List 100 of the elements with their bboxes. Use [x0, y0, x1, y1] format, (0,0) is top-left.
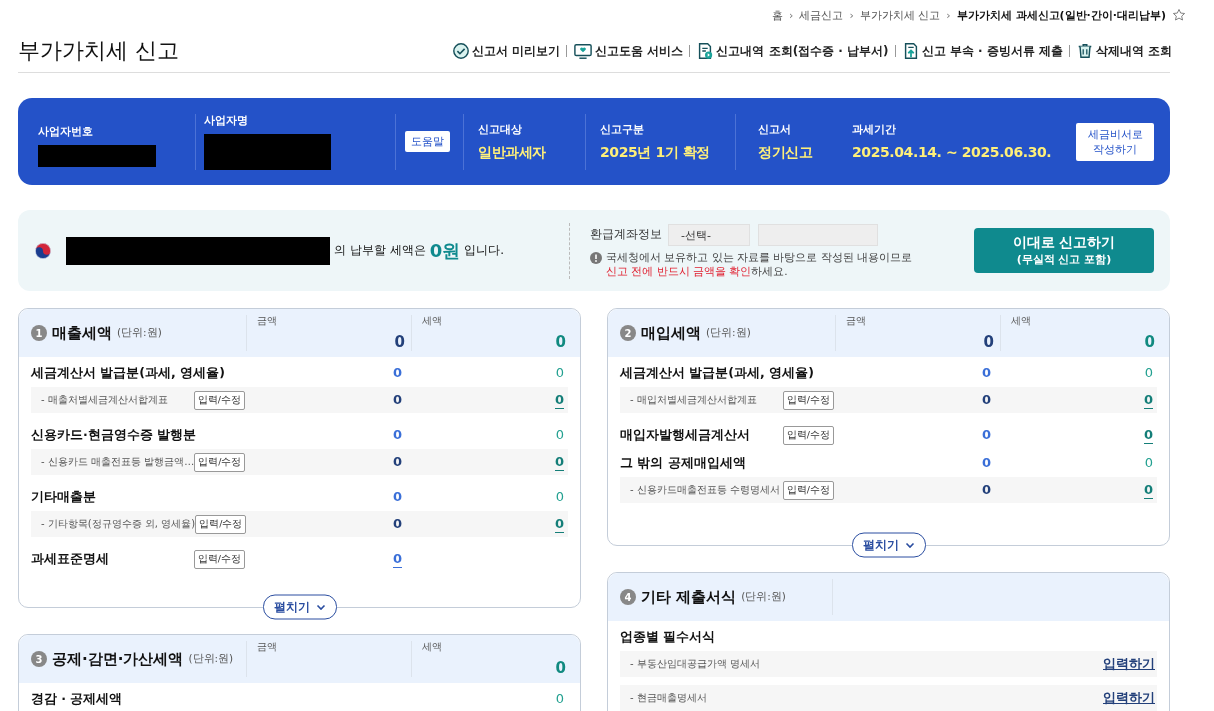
row-label: 신용카드·현금영수증 발행분	[31, 426, 197, 444]
field-label: 신고구분	[600, 122, 645, 137]
row-label: 경감 · 공제세액	[31, 690, 123, 708]
amount-value: 0	[981, 364, 991, 382]
row-label: - 현금매출명세서	[629, 691, 707, 705]
warning-icon	[590, 251, 602, 264]
breadcrumb-link[interactable]: 부가가치세 과세신고(일반·간이·대리납부)	[956, 7, 1166, 23]
amount-value: 0	[981, 391, 991, 409]
expand-button[interactable]: 펼치기	[262, 594, 337, 620]
amount-value: 0	[392, 426, 402, 444]
bank-select[interactable]: -선택-	[668, 223, 750, 246]
field-value: 일반과세자	[478, 142, 547, 161]
field-label: 사업자명	[204, 113, 249, 128]
edit-button[interactable]: 입력/수정	[194, 452, 246, 472]
document-icon	[696, 42, 715, 60]
edit-button[interactable]: 입력/수정	[782, 425, 834, 445]
tax-value: 0	[555, 364, 564, 382]
amount-value: 0	[392, 453, 402, 471]
account-field[interactable]	[758, 223, 878, 246]
column-header: 세액	[422, 641, 443, 654]
row-label: 세금계산서 발급분(과세, 영세율)	[31, 364, 225, 382]
tax-value: 0	[1144, 454, 1153, 472]
tax-value[interactable]: 0	[1143, 481, 1153, 499]
amount-value: 0	[392, 515, 402, 533]
assistant-button[interactable]: 세금비서로 작성하기	[1076, 122, 1154, 161]
toolbar-link[interactable]: 신고 부속 · 증빙서류 제출	[901, 42, 1063, 60]
expand-button[interactable]: 펼치기	[851, 532, 926, 558]
amount-value: 0	[981, 454, 991, 472]
column-header: 금액	[257, 641, 278, 654]
submit-button[interactable]: 이대로 신고하기 (무실적 신고 포함)	[974, 228, 1154, 273]
row-label: 과세표준명세	[31, 550, 109, 568]
section-title: 매입세액	[641, 323, 701, 343]
section-number: 3	[31, 651, 47, 667]
monitor-icon	[573, 42, 594, 60]
tax-value[interactable]: 0	[1143, 426, 1153, 444]
tax-value[interactable]: 0	[554, 391, 564, 409]
amount-value: 0	[981, 481, 991, 499]
section-number: 4	[620, 589, 636, 605]
tax-total: 0	[555, 333, 566, 351]
unit-label: (단위:원)	[188, 652, 234, 666]
amount-total: 0	[394, 333, 405, 351]
amount-total: 0	[983, 333, 994, 351]
help-button[interactable]: 도움말	[405, 131, 450, 152]
edit-button[interactable]: 입력/수정	[782, 480, 834, 500]
tax-value[interactable]: 0	[554, 515, 564, 533]
toolbar-link[interactable]: 삭제내역 조회	[1075, 42, 1172, 60]
chevron-down-icon	[904, 541, 915, 549]
row-label: 매입자발행세금계산서	[620, 426, 750, 444]
field-label: 사업자번호	[38, 124, 94, 139]
field-value: 정기신고	[758, 142, 814, 161]
section-title: 기타 제출서식	[641, 587, 737, 607]
column-header: 금액	[846, 315, 867, 328]
amount-value: 0	[981, 426, 991, 444]
section-title: 공제·감면·가산세액	[52, 649, 184, 669]
tax-value: 0	[555, 426, 564, 444]
tax-value[interactable]: 0	[554, 453, 564, 471]
field-label: 과세기간	[852, 122, 897, 137]
column-header: 세액	[1011, 315, 1032, 328]
section-number: 1	[31, 325, 47, 341]
tax-value[interactable]: 0	[1143, 391, 1153, 409]
row-label: - 매출처별세금계산서합계표	[40, 393, 168, 407]
amount-value: 0	[392, 391, 402, 409]
unit-label: (단위:원)	[117, 326, 162, 340]
field-value: 2025년 1기 확정	[600, 142, 712, 161]
row-label: - 부동산임대공급가액 명세서	[629, 657, 760, 671]
input-link[interactable]: 입력하기	[1103, 655, 1157, 673]
row-label: - 매입처별세금계산서합계표	[629, 393, 757, 407]
toolbar-link[interactable]: 신고도움 서비스	[573, 42, 684, 60]
row-label: 그 밖의 공제매입세액	[620, 454, 746, 472]
field-value: 2025.04.14. ~ 2025.06.30.	[852, 142, 1052, 161]
row-label: 업종별 필수서식	[620, 628, 716, 646]
tax-due-suffix: 입니다.	[464, 242, 504, 259]
edit-button[interactable]: 입력/수정	[193, 549, 245, 569]
edit-button[interactable]: 입력/수정	[195, 514, 247, 534]
input-link[interactable]: 입력하기	[1103, 689, 1157, 707]
tax-value: 0	[555, 488, 564, 506]
breadcrumb-link[interactable]: 세금신고	[799, 7, 844, 23]
edit-button[interactable]: 입력/수정	[782, 390, 834, 410]
section-title: 매출세액	[52, 323, 112, 343]
row-label: - 신용카드 매출전표등 발행금액…	[40, 455, 195, 469]
notice-text: 국세청에서 보유하고 있는 자료를 바탕으로 작성된 내용이므로 신고 전에 반드시 금액을 확인하세요.	[606, 249, 913, 278]
toolbar-link[interactable]: 신고내역 조회(접수증 · 납부서)	[696, 42, 889, 60]
toolbar-link[interactable]: 신고서 미리보기	[452, 42, 561, 60]
amount-value[interactable]: 0	[392, 550, 402, 568]
tax-value: 0	[1144, 364, 1153, 382]
page-title: 부가가치세 신고	[18, 37, 179, 65]
unit-label: (단위:원)	[741, 590, 786, 604]
field-label: 신고대상	[478, 122, 523, 137]
breadcrumb-link[interactable]: 홈	[772, 7, 784, 23]
edit-button[interactable]: 입력/수정	[193, 390, 245, 410]
star-icon[interactable]	[1172, 8, 1186, 22]
chevron-down-icon	[315, 603, 326, 611]
refund-account-label: 환급계좌정보	[590, 226, 662, 243]
row-label: - 신용카드매출전표등 수령명세서	[629, 483, 780, 497]
breadcrumb-link[interactable]: 부가가치세 신고	[859, 7, 941, 23]
row-label: - 기타항목(정규영수증 외, 영세율)	[40, 517, 196, 531]
tax-due-prefix: 의 납부할 세액은	[334, 242, 426, 259]
tax-total: 0	[1144, 333, 1155, 351]
field-label: 신고서	[758, 122, 792, 137]
tax-value: 0	[555, 690, 564, 708]
